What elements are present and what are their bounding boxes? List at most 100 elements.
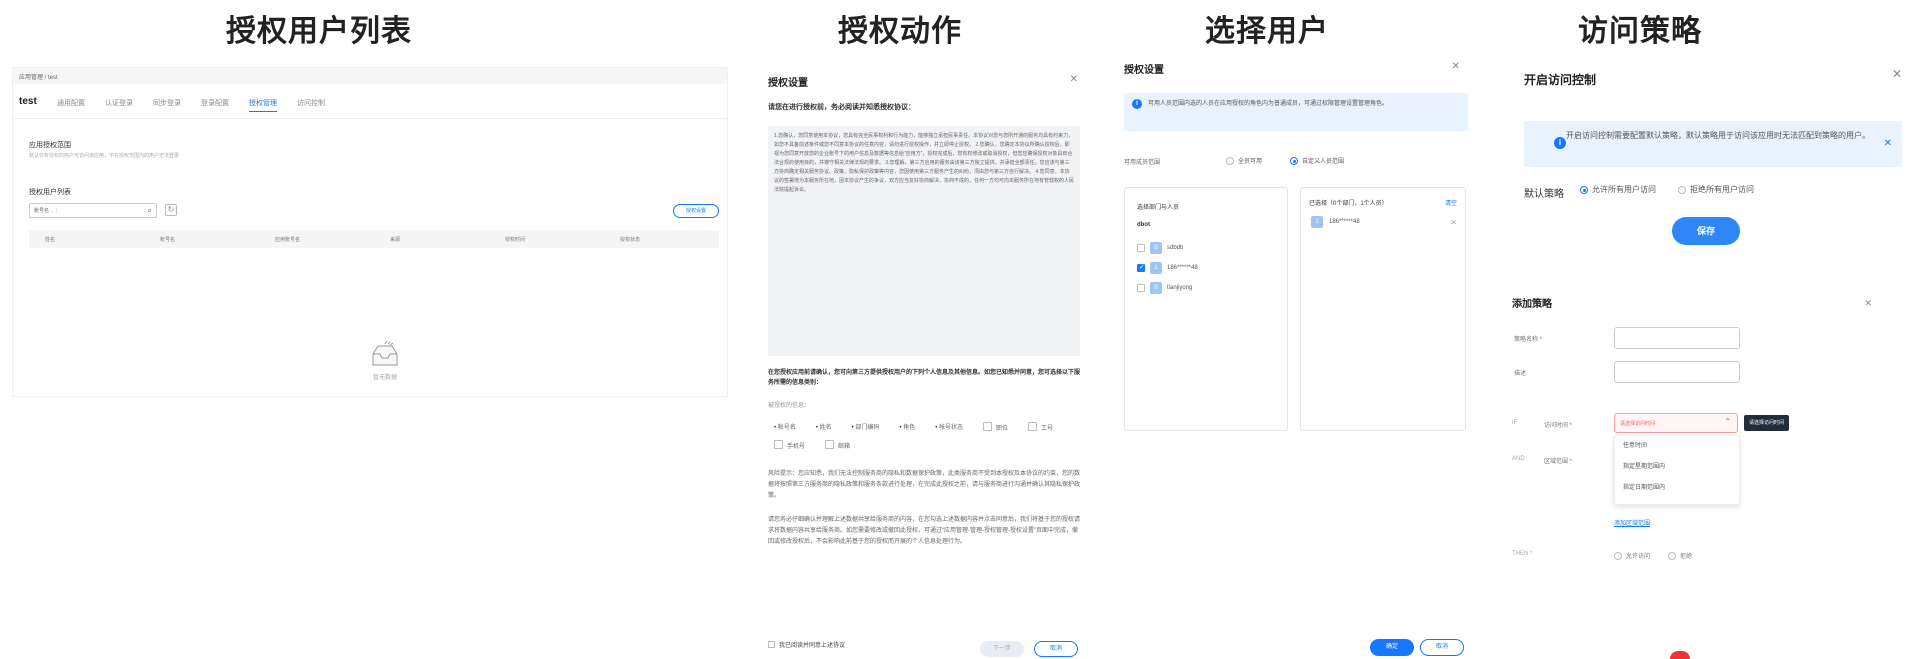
agreement-instruction: 请您在进行授权前，务必阅读并知悉授权协议： <box>768 104 915 111</box>
default-policy-label: 默认策略 <box>1524 189 1564 200</box>
user-name: sdbdb <box>1167 245 1184 251</box>
fields-label: 被授权的信息： <box>768 403 811 409</box>
checkbox-box[interactable] <box>768 641 775 648</box>
remove-icon[interactable]: ✕ <box>1450 218 1457 227</box>
default-policy-radios: 允许所有用户访问 拒绝所有用户访问 <box>1580 184 1754 195</box>
tab-auth-login[interactable]: 认证登录 <box>105 98 133 112</box>
field-checkbox[interactable]: 邮箱 <box>825 440 850 450</box>
tab-authorization[interactable]: 授权管理 <box>249 98 277 112</box>
selected-name: 186******48 <box>1329 219 1360 225</box>
column-header: 账号名 <box>160 236 176 243</box>
ok-button[interactable]: 确定 <box>1370 639 1414 656</box>
field-checkbox[interactable]: 职位 <box>983 422 1008 432</box>
user-name: tianjiyong <box>1167 285 1193 291</box>
close-banner-icon[interactable]: ✕ <box>1884 137 1892 150</box>
authorized-user-list-panel: 应用管理 / test test 通用配置 认证登录 同步登录 登录配置 授权管… <box>12 67 728 397</box>
avatar: 1 <box>1150 262 1162 274</box>
access-time-placeholder: 请选择访问时间 <box>1620 421 1656 427</box>
tab-access-control[interactable]: 访问控制 <box>297 98 325 112</box>
radio-then-allow[interactable]: 允许访问 <box>1614 551 1650 560</box>
user-checkbox[interactable] <box>1137 244 1145 252</box>
agree-checkbox[interactable]: 我已阅读并同意上述协议 <box>768 640 845 649</box>
empty-inbox-icon <box>372 340 398 366</box>
selected-count: 已选择（0个部门，1个人员） <box>1309 201 1388 207</box>
access-policy-panel: 开启访问控制 ✕ i 开启访问控制需要配置默认策略，默认策略用于访问该应用时无法… <box>1500 57 1910 659</box>
time-option[interactable]: 任意时间 <box>1615 436 1739 457</box>
time-option[interactable]: 指定日期范围内 <box>1615 478 1739 499</box>
dialog-title: 授权设置 <box>1124 65 1164 76</box>
field-item: 帐号状态 <box>935 422 963 432</box>
policy-name-input[interactable] <box>1614 327 1740 349</box>
policy-name-label: 策略名称 * <box>1514 337 1543 343</box>
time-option[interactable]: 指定星期范围内 <box>1615 457 1739 478</box>
user-item[interactable]: S sdbdb <box>1137 242 1183 254</box>
org-tree-title: 选择部门与人员 <box>1137 205 1180 211</box>
cancel-button[interactable]: 取消 <box>1420 639 1464 656</box>
radio-then-deny[interactable]: 拒绝 <box>1668 551 1692 560</box>
radio-all-members[interactable]: 全员可用 <box>1226 156 1262 165</box>
search-input[interactable]: 账号名 ⌄ | ⌕ <box>29 203 157 218</box>
confirm-text: 请您务必仔细确认并理解上述数据共享给服务商的内容，在您勾选上述数据内容并点击同意… <box>768 517 1081 545</box>
section-title: 应用授权范围 <box>29 142 71 149</box>
share-notice: 在您授权应用前请确认，您可向第三方提供授权用户的下列个人信息及其他信息。如您已知… <box>768 370 1081 386</box>
field-checkbox[interactable]: 手机号 <box>774 440 805 450</box>
add-region-link[interactable]: 添加区域范围 <box>1614 518 1650 527</box>
validation-tooltip: 请选择访问时间 <box>1744 415 1790 431</box>
close-icon[interactable]: ✕ <box>1892 67 1902 81</box>
authorize-dialog: 授权设置 ✕ 请您在进行授权前，务必阅读并知悉授权协议： 1.您确认，您同意使用… <box>758 60 1086 659</box>
auth-settings-button[interactable]: 授权设置 <box>673 204 719 218</box>
user-checkbox[interactable] <box>1137 263 1145 272</box>
close-icon[interactable]: ✕ <box>1452 61 1460 72</box>
agreement-text[interactable]: 1.您确认，您同意使用本协议，您具有完全民事权利和行为能力，能够独立承担民事责任… <box>768 126 1080 356</box>
title-authorized-users: 授权用户列表 <box>226 15 412 48</box>
info-icon: i <box>1132 99 1142 109</box>
close-icon[interactable]: ✕ <box>1070 74 1078 85</box>
radio-deny-all[interactable]: 拒绝所有用户访问 <box>1678 184 1754 195</box>
field-item: 姓名 <box>816 422 832 432</box>
field-checkbox[interactable]: 工号 <box>1028 422 1053 432</box>
decorative-mark <box>1670 651 1690 659</box>
description-input[interactable] <box>1614 361 1740 383</box>
org-tree-panel: 选择部门与人员 dbot S sdbdb 1 186******48 S tia… <box>1124 187 1288 431</box>
avatar: S <box>1150 242 1162 254</box>
save-button[interactable]: 保存 <box>1672 217 1740 245</box>
refresh-icon[interactable]: ↻ <box>165 204 177 216</box>
table-header: 姓名 账号名 应用账号名 来源 授权时间 授权状态 <box>29 230 719 248</box>
range-label: 可用成员范围 <box>1124 160 1161 166</box>
user-item[interactable]: S tianjiyong <box>1137 282 1192 294</box>
app-title: test <box>19 96 37 107</box>
select-users-dialog: 授权设置 ✕ i 可用人员范围内选的人员在应用授权的角色内为普通成员，可通过权限… <box>1116 57 1468 659</box>
info-banner: i 开启访问控制需要配置默认策略，默认策略用于访问该应用时无法匹配到策略的用户。… <box>1524 121 1902 167</box>
field-item: 角色 <box>899 422 915 432</box>
user-item[interactable]: 1 186******48 <box>1137 262 1198 274</box>
user-checkbox[interactable] <box>1137 284 1145 292</box>
app-tabs: 通用配置 认证登录 同步登录 登录配置 授权管理 访问控制 <box>57 98 325 112</box>
avatar: 1 <box>1311 216 1323 228</box>
search-icon[interactable]: ⌕ <box>148 206 152 216</box>
and-label: AND <box>1512 456 1525 462</box>
access-time-select[interactable]: 请选择访问时间 ⌃ <box>1614 413 1738 433</box>
chevron-up-icon[interactable]: ⌃ <box>1724 417 1731 426</box>
search-filter-label[interactable]: 账号名 <box>34 208 49 214</box>
clear-link[interactable]: 清空 <box>1445 198 1457 207</box>
tab-general[interactable]: 通用配置 <box>57 98 85 112</box>
section-description: 默认仅有授权的用户可访问该应用，不在授权范围内的用户无法登录 <box>29 153 180 159</box>
radio-custom-range[interactable]: 自定义人员范围 <box>1290 156 1344 165</box>
region-label: 区域范围 * <box>1544 459 1573 465</box>
title-authorize-action: 授权动作 <box>838 15 962 48</box>
info-banner: i 可用人员范围内选的人员在应用授权的角色内为普通成员，可通过权限管理设置管理角… <box>1124 93 1468 131</box>
info-text: 可用人员范围内选的人员在应用授权的角色内为普通成员，可通过权限管理设置管理角色。 <box>1148 101 1389 107</box>
close-icon[interactable]: ✕ <box>1864 298 1872 309</box>
column-header: 姓名 <box>45 236 56 243</box>
selected-panel: 已选择（0个部门，1个人员） 清空 1 186******48 ✕ <box>1300 187 1466 431</box>
dialog-title: 授权设置 <box>768 78 808 89</box>
org-root[interactable]: dbot <box>1137 222 1150 228</box>
field-options: 帐号名 姓名 部门编码 角色 帐号状态 职位 工号 手机号 邮箱 <box>774 422 1074 450</box>
field-item: 帐号名 <box>774 422 796 432</box>
tab-sync-login[interactable]: 同步登录 <box>153 98 181 112</box>
title-select-users: 选择用户 <box>1205 15 1329 48</box>
access-control-title: 开启访问控制 <box>1524 73 1597 87</box>
radio-allow-all[interactable]: 允许所有用户访问 <box>1580 184 1656 195</box>
tab-login-config[interactable]: 登录配置 <box>201 98 229 112</box>
info-icon: i <box>1554 137 1566 149</box>
